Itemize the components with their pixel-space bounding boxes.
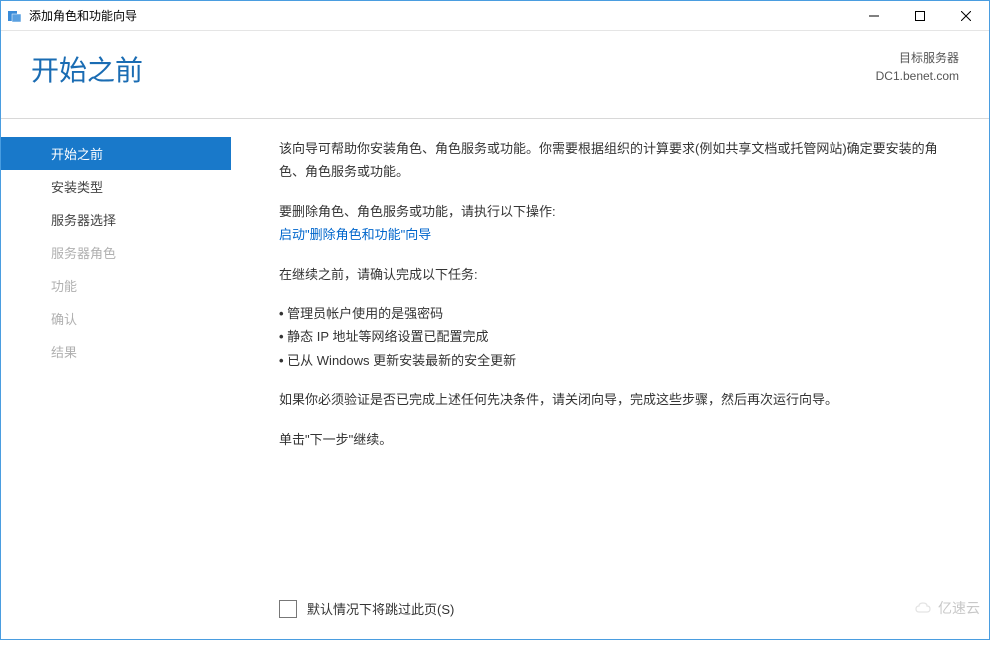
step-server-roles: 服务器角色 — [1, 236, 231, 269]
intro-text: 该向导可帮助你安装角色、角色服务或功能。你需要根据组织的计算要求(例如共享文档或… — [279, 137, 951, 184]
remove-prompt: 要删除角色、角色服务或功能，请执行以下操作: — [279, 200, 951, 223]
maximize-button[interactable] — [897, 1, 943, 31]
app-icon — [7, 8, 23, 24]
step-installation-type[interactable]: 安装类型 — [1, 170, 231, 203]
step-results: 结果 — [1, 335, 231, 368]
minimize-button[interactable] — [851, 1, 897, 31]
skip-page-checkbox[interactable] — [279, 600, 297, 618]
wizard-window: 添加角色和功能向导 开始之前 目标服务器 DC1.benet.com 开始之前 … — [0, 0, 990, 640]
verify-note: 如果你必须验证是否已完成上述任何先决条件，请关闭向导，完成这些步骤，然后再次运行… — [279, 388, 951, 411]
step-confirmation: 确认 — [1, 302, 231, 335]
remove-roles-link[interactable]: 启动"删除角色和功能"向导 — [279, 223, 951, 246]
destination-server-box: 目标服务器 DC1.benet.com — [876, 49, 959, 85]
steps-sidebar: 开始之前 安装类型 服务器选择 服务器角色 功能 确认 结果 — [1, 119, 231, 639]
destination-label: 目标服务器 — [876, 49, 959, 67]
header: 开始之前 目标服务器 DC1.benet.com — [1, 31, 989, 119]
task-item: 静态 IP 地址等网络设置已配置完成 — [279, 325, 951, 348]
window-controls — [851, 1, 989, 31]
titlebar: 添加角色和功能向导 — [1, 1, 989, 31]
destination-server: DC1.benet.com — [876, 67, 959, 85]
task-item: 已从 Windows 更新安装最新的安全更新 — [279, 349, 951, 372]
skip-page-label: 默认情况下将跳过此页(S) — [307, 598, 454, 621]
window-title: 添加角色和功能向导 — [29, 7, 851, 24]
skip-page-row: 默认情况下将跳过此页(S) — [279, 598, 454, 621]
prerequisite-list: 管理员帐户使用的是强密码 静态 IP 地址等网络设置已配置完成 已从 Windo… — [279, 302, 951, 372]
step-before-you-begin[interactable]: 开始之前 — [1, 137, 231, 170]
page-title: 开始之前 — [31, 49, 143, 89]
content-pane: 该向导可帮助你安装角色、角色服务或功能。你需要根据组织的计算要求(例如共享文档或… — [231, 119, 989, 639]
body: 开始之前 安装类型 服务器选择 服务器角色 功能 确认 结果 该向导可帮助你安装… — [1, 119, 989, 639]
before-continue-text: 在继续之前，请确认完成以下任务: — [279, 263, 951, 286]
close-button[interactable] — [943, 1, 989, 31]
step-server-selection[interactable]: 服务器选择 — [1, 203, 231, 236]
step-features: 功能 — [1, 269, 231, 302]
task-item: 管理员帐户使用的是强密码 — [279, 302, 951, 325]
next-note: 单击"下一步"继续。 — [279, 428, 951, 451]
